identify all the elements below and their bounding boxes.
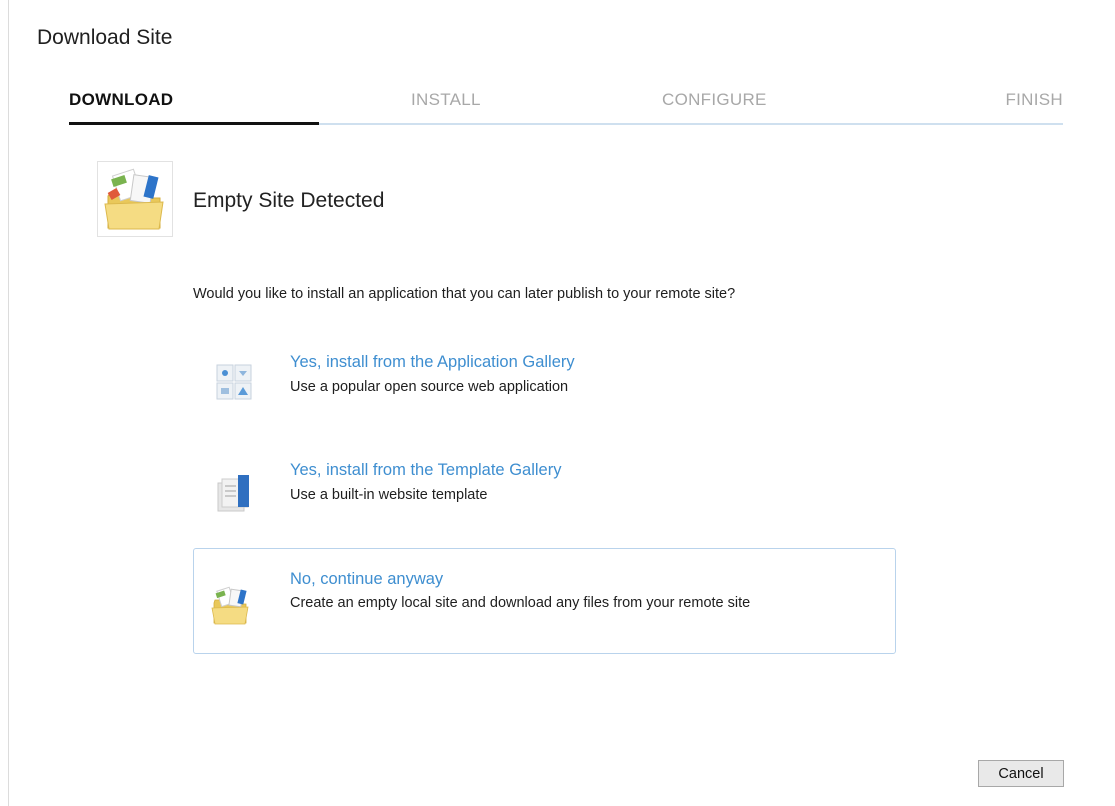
open-folder-icon: [211, 586, 249, 625]
page-heading: Empty Site Detected: [193, 189, 385, 212]
option-continue-anyway[interactable]: No, continue anyway Create an empty loca…: [193, 548, 896, 654]
step-progress-indicator: [69, 122, 319, 125]
step-configure: CONFIGURE: [662, 90, 767, 109]
cancel-button[interactable]: Cancel: [978, 760, 1064, 787]
option-application-gallery-description: Use a popular open source web applicatio…: [290, 379, 569, 395]
step-finish: FINISH: [1005, 90, 1063, 109]
window-left-border: [8, 0, 9, 806]
option-template-gallery-description: Use a built-in website template: [290, 487, 488, 503]
open-folder-icon: [104, 168, 164, 230]
step-install: INSTALL: [411, 90, 481, 109]
window-title: Download Site: [37, 26, 173, 49]
template-gallery-icon: [217, 475, 249, 512]
option-application-gallery-title[interactable]: Yes, install from the Application Galler…: [290, 353, 575, 372]
option-continue-anyway-description: Create an empty local site and download …: [290, 595, 751, 611]
option-application-gallery[interactable]: Yes, install from the Application Galler…: [193, 328, 896, 434]
wizard-steps: DOWNLOAD INSTALL CONFIGURE FINISH: [69, 90, 1063, 126]
application-gallery-icon: [216, 364, 252, 400]
option-template-gallery-title[interactable]: Yes, install from the Template Gallery: [290, 461, 561, 480]
option-template-gallery[interactable]: Yes, install from the Template Gallery U…: [193, 436, 896, 542]
option-continue-anyway-title[interactable]: No, continue anyway: [290, 570, 443, 589]
step-download: DOWNLOAD: [69, 90, 174, 109]
empty-site-icon-frame: [97, 161, 173, 237]
question-text: Would you like to install an application…: [193, 286, 736, 302]
